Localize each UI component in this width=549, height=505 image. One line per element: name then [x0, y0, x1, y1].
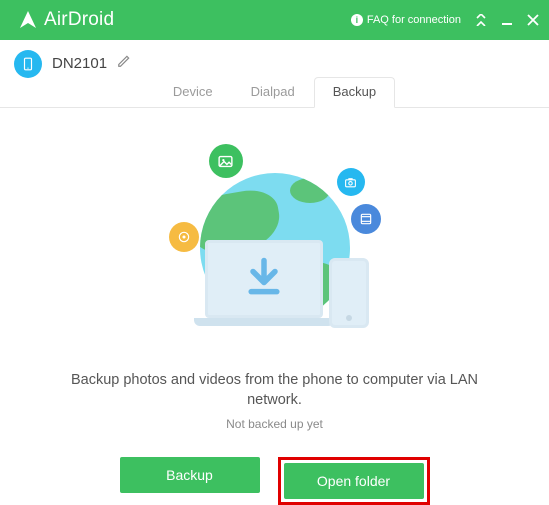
minimize-icon	[501, 14, 513, 26]
backup-panel: Backup photos and videos from the phone …	[0, 108, 549, 505]
phone-graphic	[329, 258, 369, 328]
app-logo: AirDroid	[16, 8, 114, 32]
tab-label: Backup	[333, 84, 376, 99]
tab-device[interactable]: Device	[154, 77, 232, 108]
close-button[interactable]	[527, 14, 539, 26]
highlight-open-folder: Open folder	[278, 457, 430, 505]
tab-label: Dialpad	[251, 84, 295, 99]
button-row: Backup Open folder	[0, 457, 549, 505]
open-folder-button[interactable]: Open folder	[284, 463, 424, 499]
tab-bar: Device Dialpad Backup	[0, 76, 549, 108]
download-arrow-icon	[242, 255, 286, 304]
faq-link[interactable]: i FAQ for connection	[351, 14, 461, 26]
camera-bubble-icon	[337, 168, 365, 196]
tab-dialpad[interactable]: Dialpad	[232, 77, 314, 108]
laptop-graphic	[199, 240, 329, 330]
backup-status: Not backed up yet	[0, 417, 549, 431]
video-bubble-icon	[351, 204, 381, 234]
pencil-icon	[117, 54, 131, 68]
rename-device-button[interactable]	[117, 54, 131, 73]
app-name: AirDroid	[44, 9, 114, 31]
audio-bubble-icon	[169, 222, 199, 252]
backup-description: Backup photos and videos from the phone …	[0, 370, 549, 411]
airdroid-logo-icon	[16, 8, 40, 32]
device-icon	[14, 50, 42, 78]
backup-illustration	[175, 148, 375, 348]
titlebar: AirDroid i FAQ for connection	[0, 0, 549, 40]
tab-label: Device	[173, 84, 213, 99]
close-icon	[527, 14, 539, 26]
compact-button[interactable]	[475, 14, 487, 26]
faq-label: FAQ for connection	[367, 14, 461, 26]
phone-icon	[21, 57, 35, 71]
info-icon: i	[351, 14, 363, 26]
backup-button[interactable]: Backup	[120, 457, 260, 493]
minimize-button[interactable]	[501, 14, 513, 26]
tab-backup[interactable]: Backup	[314, 77, 395, 108]
chevrons-icon	[475, 14, 487, 26]
device-name: DN2101	[52, 55, 107, 72]
photo-bubble-icon	[209, 144, 243, 178]
